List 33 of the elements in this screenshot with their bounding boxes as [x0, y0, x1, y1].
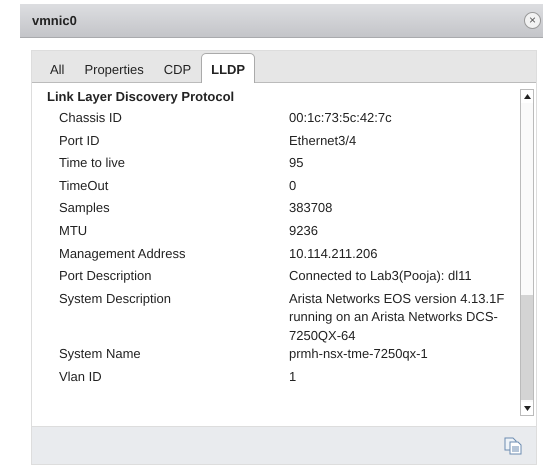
property-value: prmh-nsx-tme-7250qx-1: [289, 345, 429, 364]
property-value: Connected to Lab3(Pooja): dl11: [289, 267, 473, 286]
window-title: vmnic0: [32, 13, 77, 28]
property-value: 95: [289, 154, 304, 172]
copy-icon[interactable]: [504, 436, 522, 454]
property-label: MTU: [59, 222, 88, 240]
scroll-up-icon[interactable]: [524, 94, 530, 99]
property-label: Chassis ID: [59, 109, 123, 127]
property-label: Management Address: [59, 244, 186, 263]
property-label: Port ID: [59, 132, 100, 150]
tab[interactable]: All: [40, 54, 74, 82]
property-label: Port Description: [59, 267, 152, 286]
tab[interactable]: Properties: [74, 54, 154, 82]
property-label: System Description: [59, 290, 172, 308]
tab[interactable]: CDP: [154, 54, 202, 82]
scrollbar[interactable]: [520, 89, 534, 416]
property-value: 9236: [289, 222, 319, 240]
property-value: 10.114.211.206: [289, 244, 378, 263]
property-label: TimeOut: [59, 176, 110, 195]
property-value: 1: [289, 368, 298, 386]
property-value: Ethernet3/4: [289, 132, 358, 150]
property-value: 383708: [289, 199, 334, 218]
scroll-thumb[interactable]: [521, 295, 533, 400]
property-label: System Name: [59, 345, 142, 364]
property-label: Samples: [59, 199, 111, 218]
property-value: 0: [289, 176, 298, 195]
scroll-down-icon[interactable]: [524, 406, 530, 411]
section-title: Link Layer Discovery Protocol: [47, 89, 236, 104]
property-label: Time to live: [59, 154, 126, 172]
tab[interactable]: LLDP: [201, 53, 256, 83]
property-label: Vlan ID: [59, 368, 103, 386]
property-value: 00:1c:73:5c:42:7c: [289, 109, 393, 127]
close-button[interactable]: ×: [524, 12, 541, 29]
